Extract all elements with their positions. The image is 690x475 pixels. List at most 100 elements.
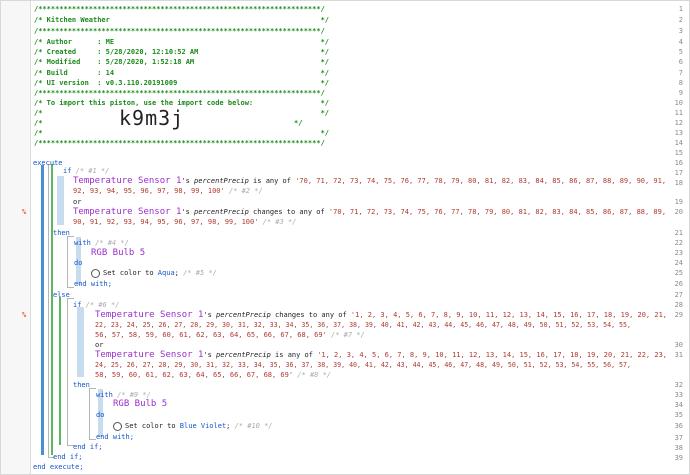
line-number: 13 <box>674 129 683 137</box>
device-temperature-sensor: Temperature Sensor 1 <box>95 350 204 360</box>
line-number: 5 <box>678 48 683 56</box>
line-number: 29 <box>674 311 683 319</box>
semicolon: ; <box>226 422 231 430</box>
condition-1[interactable]: Temperature Sensor 1's percentPrecip is … <box>73 176 666 186</box>
attribute-name: percentPrecip <box>216 311 271 319</box>
else-keyword: else <box>53 291 70 299</box>
condition-4-cont: 24, 25, 26, 27, 28, 29, 30, 31, 32, 33, … <box>95 360 631 370</box>
line-number: 10 <box>674 99 683 107</box>
possessive: 's <box>203 311 212 319</box>
line-number: 7 <box>678 69 683 77</box>
line-number: 11 <box>674 109 683 117</box>
line-number: 8 <box>678 79 683 87</box>
warning-marker[interactable]: % <box>22 207 26 217</box>
warning-marker[interactable]: % <box>22 310 26 320</box>
or-operator[interactable]: or <box>73 197 81 207</box>
task-text: Set color to <box>103 269 154 277</box>
with-keyword: with <box>74 239 91 247</box>
execute-block-bar <box>41 165 44 455</box>
condition-bar <box>57 176 64 225</box>
then-keyword: then <box>53 229 70 237</box>
header-comment: /* UI version : v0.3.110.20191009 */ <box>34 79 330 87</box>
condition-4[interactable]: Temperature Sensor 1's percentPrecip is … <box>95 350 667 360</box>
do-keyword: do <box>96 411 105 419</box>
condition-3-cont: 56, 57, 58, 59, 60, 61, 62, 63, 64, 65, … <box>95 330 365 340</box>
condition-1-cont: 92, 93, 94, 95, 96, 97, 98, 99, 100' /* … <box>73 186 263 196</box>
color-value: Aqua <box>157 269 175 277</box>
if-statement[interactable]: if /* #1 */ <box>63 166 109 176</box>
with-statement[interactable]: with /* #4 */ <box>74 238 129 248</box>
set-color-task[interactable]: Set color to Aqua; /* #5 */ <box>91 268 217 278</box>
condition-2-cont: 90, 91, 92, 93, 94, 95, 96, 97, 98, 99, … <box>73 217 296 227</box>
end-with-keyword: end with; <box>96 433 134 441</box>
line-number: 36 <box>674 422 683 430</box>
else-with-outline <box>89 388 96 440</box>
line-number: 39 <box>674 454 683 462</box>
line-number: 32 <box>674 381 683 389</box>
line-number: 3 <box>678 27 683 35</box>
execute-keyword[interactable]: execute <box>33 158 63 168</box>
statement-comment: /* #7 */ <box>331 331 365 339</box>
value-list: 90, 91, 92, 93, 94, 95, 96, 97, 98, 99, … <box>73 218 259 226</box>
header-comment: /* */ <box>34 129 330 137</box>
value-list: 58, 59, 60, 61, 62, 63, 64, 65, 66, 67, … <box>95 371 294 379</box>
with-keyword: with <box>96 391 113 399</box>
else-if-block-bar <box>59 297 61 445</box>
semicolon: ; <box>174 269 179 277</box>
possessive: 's <box>203 351 212 359</box>
line-number: 17 <box>674 169 683 177</box>
header-comment: */ <box>294 119 303 127</box>
device-rgb-bulb[interactable]: RGB Bulb 5 <box>91 248 145 258</box>
device-rgb-bulb[interactable]: RGB Bulb 5 <box>113 399 167 409</box>
statement-comment: /* #10 */ <box>234 422 273 430</box>
statement-comment: /* #8 */ <box>297 371 332 379</box>
condition-3-cont: 22, 23, 24, 25, 26, 27, 28, 29, 30, 31, … <box>95 320 631 330</box>
statement-comment: /* #9 */ <box>117 391 151 399</box>
if-keyword: if <box>63 167 72 175</box>
statement-comment: /* #1 */ <box>75 167 110 175</box>
attribute-name: percentPrecip <box>194 177 249 185</box>
color-value: Blue Violet <box>179 422 227 430</box>
statement-comment: /* #3 */ <box>262 218 297 226</box>
set-color-task[interactable]: Set color to Blue Violet; /* #10 */ <box>113 421 273 431</box>
line-number: 38 <box>674 444 683 452</box>
line-number: 28 <box>674 301 683 309</box>
line-number: 9 <box>678 89 683 97</box>
line-number: 2 <box>678 16 683 24</box>
line-number: 22 <box>674 239 683 247</box>
line-number: 30 <box>674 341 683 349</box>
comparison-operator: changes to any of <box>275 311 347 319</box>
comparison-operator: is any of <box>253 177 291 185</box>
end-with-keyword: end with; <box>74 280 112 288</box>
task-text: Set color to <box>125 422 176 430</box>
line-number: 24 <box>674 259 683 267</box>
else-condition-bar <box>77 307 84 377</box>
if-statement[interactable]: if /* #6 */ <box>73 300 119 310</box>
device-temperature-sensor: Temperature Sensor 1 <box>73 207 182 217</box>
value-list: '1, 2, 3, 4, 5, 6, 7, 8, 9, 10, 11, 12, … <box>350 311 667 319</box>
end-if-keyword: end if; <box>73 443 103 451</box>
palette-icon <box>113 421 122 431</box>
header-comment: /***************************************… <box>34 89 325 97</box>
line-number: 31 <box>674 351 683 359</box>
line-number: 23 <box>674 249 683 257</box>
statement-comment: /* #6 */ <box>85 301 120 309</box>
line-number: 19 <box>674 198 683 206</box>
possessive: 's <box>181 208 190 216</box>
header-comment: /***************************************… <box>34 27 325 35</box>
header-comment: /***************************************… <box>34 139 325 147</box>
do-keyword: do <box>74 259 83 267</box>
import-code[interactable]: k9m3j <box>119 107 184 129</box>
attribute-name: percentPrecip <box>194 208 249 216</box>
value-list: '70, 71, 72, 73, 74, 75, 76, 77, 78, 79,… <box>295 177 667 185</box>
condition-4-cont: 58, 59, 60, 61, 62, 63, 64, 65, 66, 67, … <box>95 370 331 380</box>
or-operator[interactable]: or <box>95 340 103 350</box>
line-number: 1 <box>678 5 683 13</box>
line-number: 20 <box>674 208 683 216</box>
line-number: 14 <box>674 139 683 147</box>
line-number: 37 <box>674 434 683 442</box>
condition-3[interactable]: Temperature Sensor 1's percentPrecip cha… <box>95 310 667 320</box>
line-number: 33 <box>674 391 683 399</box>
condition-2[interactable]: Temperature Sensor 1's percentPrecip cha… <box>73 207 666 217</box>
end-execute-keyword: end execute; <box>33 463 84 471</box>
